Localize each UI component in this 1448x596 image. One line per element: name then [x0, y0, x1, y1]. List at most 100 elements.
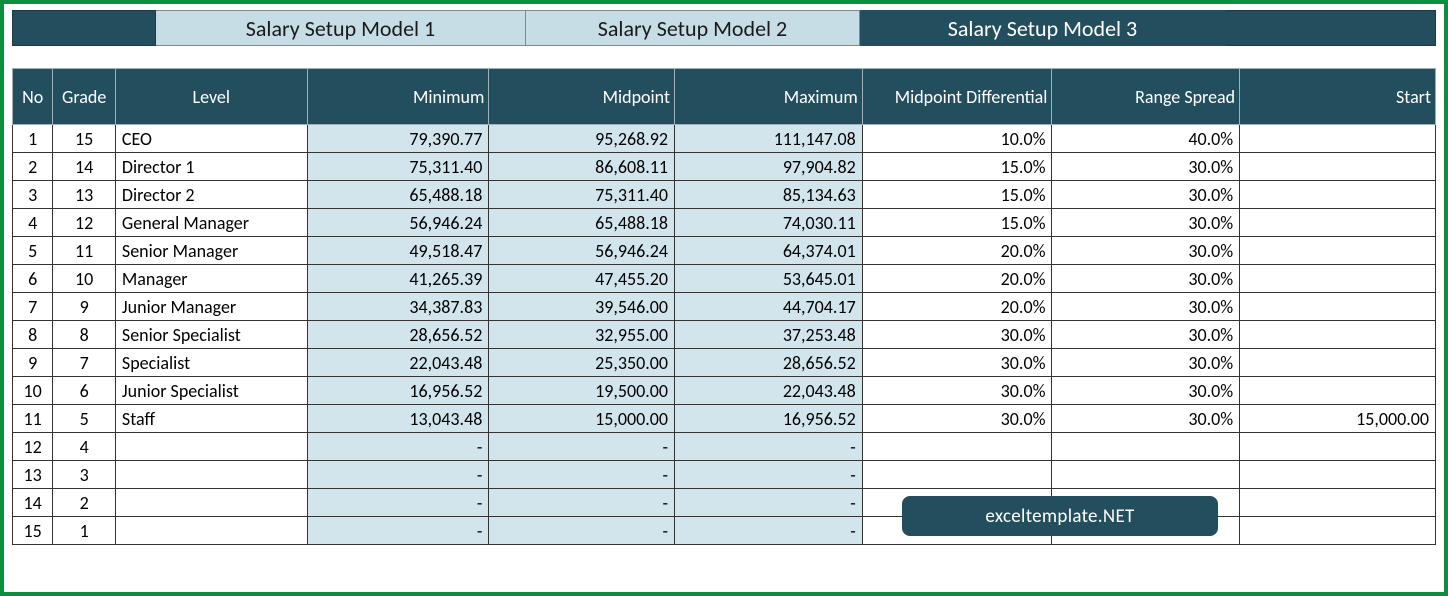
cell-level[interactable]	[115, 433, 307, 461]
cell-start[interactable]	[1240, 489, 1436, 517]
cell-grade[interactable]: 13	[53, 181, 116, 209]
cell-range-spread[interactable]: 30.0%	[1052, 237, 1240, 265]
cell-midpoint-differential[interactable]: 30.0%	[862, 321, 1052, 349]
cell-range-spread[interactable]: 30.0%	[1052, 209, 1240, 237]
cell-minimum[interactable]: 28,656.52	[307, 321, 489, 349]
cell-maximum[interactable]: 28,656.52	[675, 349, 863, 377]
cell-maximum[interactable]: 74,030.11	[675, 209, 863, 237]
cell-range-spread[interactable]	[1052, 461, 1240, 489]
cell-midpoint[interactable]: 95,268.92	[489, 125, 675, 153]
cell-midpoint-differential[interactable]	[862, 433, 1052, 461]
cell-grade[interactable]: 6	[53, 377, 116, 405]
cell-midpoint-differential[interactable]: 20.0%	[862, 293, 1052, 321]
cell-maximum[interactable]: 22,043.48	[675, 377, 863, 405]
cell-minimum[interactable]: 75,311.40	[307, 153, 489, 181]
cell-grade[interactable]: 12	[53, 209, 116, 237]
cell-no[interactable]: 7	[13, 293, 53, 321]
cell-midpoint[interactable]: 47,455.20	[489, 265, 675, 293]
cell-grade[interactable]: 7	[53, 349, 116, 377]
cell-minimum[interactable]: 34,387.83	[307, 293, 489, 321]
cell-maximum[interactable]: 53,645.01	[675, 265, 863, 293]
cell-level[interactable]	[115, 489, 307, 517]
cell-start[interactable]	[1240, 293, 1436, 321]
cell-start[interactable]	[1240, 237, 1436, 265]
cell-maximum[interactable]: 64,374.01	[675, 237, 863, 265]
cell-midpoint[interactable]: 39,546.00	[489, 293, 675, 321]
cell-maximum[interactable]: 111,147.08	[675, 125, 863, 153]
cell-start[interactable]	[1240, 433, 1436, 461]
cell-start[interactable]	[1240, 125, 1436, 153]
cell-grade[interactable]: 10	[53, 265, 116, 293]
cell-midpoint[interactable]: 15,000.00	[489, 405, 675, 433]
cell-no[interactable]: 12	[13, 433, 53, 461]
cell-level[interactable]: Senior Manager	[115, 237, 307, 265]
cell-midpoint[interactable]: 75,311.40	[489, 181, 675, 209]
cell-maximum[interactable]: -	[675, 461, 863, 489]
cell-minimum[interactable]: 22,043.48	[307, 349, 489, 377]
cell-midpoint-differential[interactable]: 15.0%	[862, 153, 1052, 181]
cell-midpoint[interactable]: 25,350.00	[489, 349, 675, 377]
cell-midpoint[interactable]: 86,608.11	[489, 153, 675, 181]
cell-midpoint-differential[interactable]: 10.0%	[862, 125, 1052, 153]
tab-model-2[interactable]: Salary Setup Model 2	[526, 10, 860, 46]
cell-midpoint-differential[interactable]: 15.0%	[862, 181, 1052, 209]
cell-midpoint-differential[interactable]: 15.0%	[862, 209, 1052, 237]
cell-grade[interactable]: 3	[53, 461, 116, 489]
tab-model-3[interactable]: Salary Setup Model 3	[860, 10, 1226, 46]
cell-start[interactable]	[1240, 181, 1436, 209]
cell-no[interactable]: 1	[13, 125, 53, 153]
cell-maximum[interactable]: -	[675, 433, 863, 461]
cell-minimum[interactable]: 79,390.77	[307, 125, 489, 153]
cell-no[interactable]: 3	[13, 181, 53, 209]
cell-start[interactable]	[1240, 377, 1436, 405]
cell-no[interactable]: 11	[13, 405, 53, 433]
cell-no[interactable]: 8	[13, 321, 53, 349]
tab-model-1[interactable]: Salary Setup Model 1	[156, 10, 526, 46]
cell-minimum[interactable]: -	[307, 461, 489, 489]
cell-minimum[interactable]: 65,488.18	[307, 181, 489, 209]
cell-level[interactable]: General Manager	[115, 209, 307, 237]
cell-maximum[interactable]: 16,956.52	[675, 405, 863, 433]
cell-midpoint[interactable]: -	[489, 461, 675, 489]
cell-midpoint[interactable]: -	[489, 433, 675, 461]
cell-range-spread[interactable]: 30.0%	[1052, 181, 1240, 209]
cell-range-spread[interactable]: 40.0%	[1052, 125, 1240, 153]
cell-midpoint-differential[interactable]: 30.0%	[862, 349, 1052, 377]
cell-range-spread[interactable]: 30.0%	[1052, 349, 1240, 377]
cell-no[interactable]: 10	[13, 377, 53, 405]
cell-no[interactable]: 15	[13, 517, 53, 545]
cell-no[interactable]: 6	[13, 265, 53, 293]
cell-level[interactable]: CEO	[115, 125, 307, 153]
cell-level[interactable]: Director 1	[115, 153, 307, 181]
cell-start[interactable]	[1240, 349, 1436, 377]
cell-range-spread[interactable]: 30.0%	[1052, 265, 1240, 293]
cell-midpoint-differential[interactable]	[862, 461, 1052, 489]
cell-midpoint[interactable]: 65,488.18	[489, 209, 675, 237]
cell-midpoint-differential[interactable]: 30.0%	[862, 377, 1052, 405]
cell-grade[interactable]: 2	[53, 489, 116, 517]
cell-midpoint[interactable]: 56,946.24	[489, 237, 675, 265]
cell-no[interactable]: 2	[13, 153, 53, 181]
cell-midpoint[interactable]: -	[489, 489, 675, 517]
cell-grade[interactable]: 4	[53, 433, 116, 461]
cell-grade[interactable]: 5	[53, 405, 116, 433]
cell-midpoint[interactable]: 19,500.00	[489, 377, 675, 405]
cell-grade[interactable]: 15	[53, 125, 116, 153]
cell-start[interactable]	[1240, 321, 1436, 349]
cell-range-spread[interactable]: 30.0%	[1052, 377, 1240, 405]
cell-midpoint[interactable]: 32,955.00	[489, 321, 675, 349]
cell-midpoint-differential[interactable]: 20.0%	[862, 237, 1052, 265]
cell-level[interactable]: Staff	[115, 405, 307, 433]
cell-minimum[interactable]: 49,518.47	[307, 237, 489, 265]
cell-level[interactable]: Junior Manager	[115, 293, 307, 321]
cell-no[interactable]: 14	[13, 489, 53, 517]
cell-level[interactable]: Manager	[115, 265, 307, 293]
cell-start[interactable]	[1240, 209, 1436, 237]
cell-level[interactable]: Junior Specialist	[115, 377, 307, 405]
cell-midpoint-differential[interactable]: 30.0%	[862, 405, 1052, 433]
cell-grade[interactable]: 9	[53, 293, 116, 321]
cell-range-spread[interactable]	[1052, 433, 1240, 461]
cell-level[interactable]: Senior Specialist	[115, 321, 307, 349]
cell-level[interactable]: Specialist	[115, 349, 307, 377]
cell-minimum[interactable]: -	[307, 433, 489, 461]
